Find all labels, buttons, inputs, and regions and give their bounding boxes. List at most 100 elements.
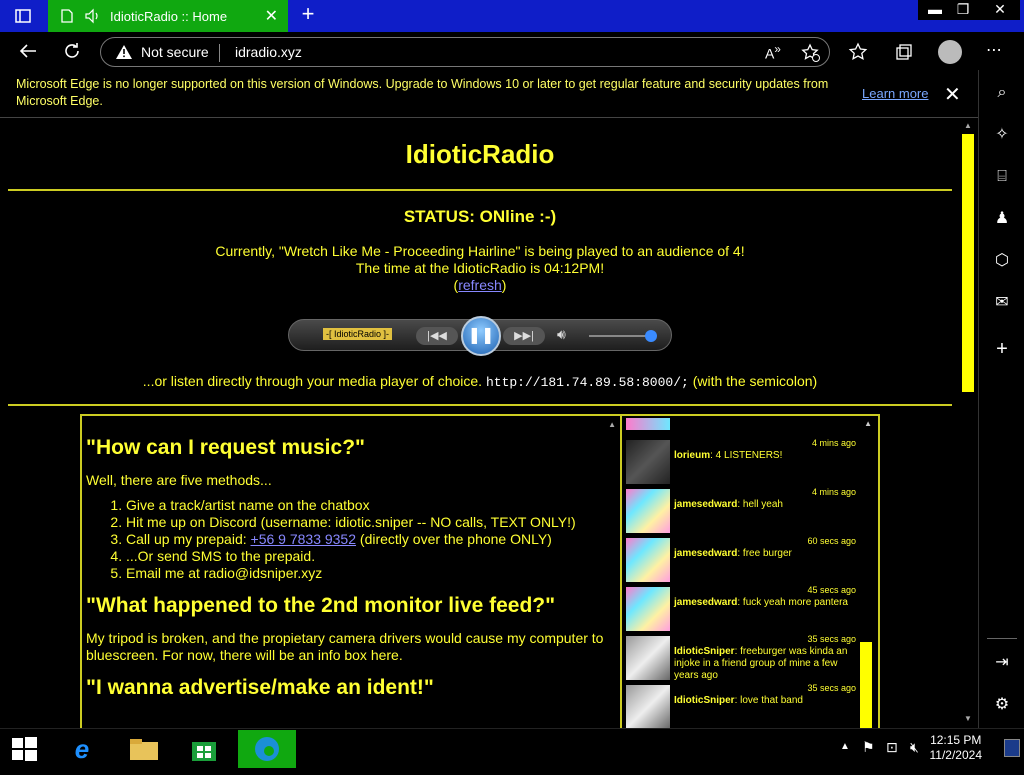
games-icon[interactable]: ♟ (991, 208, 1013, 230)
list-item: ...Or send SMS to the prepaid. (126, 548, 606, 565)
message-text: lorieum: 4 LISTENERS! (674, 450, 858, 462)
avatar (626, 440, 670, 484)
refresh-link[interactable]: refresh (458, 277, 502, 293)
stream-url[interactable]: http://181.74.89.58:8000/; (486, 375, 689, 390)
copilot-icon[interactable]: ✧ (991, 124, 1013, 146)
address-separator (219, 44, 220, 62)
list-item: Call up my prepaid: +56 9 7833 9352 (dir… (126, 531, 606, 548)
hide-sidebar-icon[interactable]: ⇥ (991, 652, 1013, 674)
avatar (626, 418, 670, 430)
faq-question-2: "What happened to the 2nd monitor live f… (86, 594, 556, 617)
chat-message: 4 mins ago jamesedward: hell yeah (624, 487, 860, 537)
message-text: jamesedward: fuck yeah more pantera (674, 597, 858, 609)
close-window-button[interactable]: ✕ (980, 0, 1020, 20)
search-icon[interactable]: ⌕ (991, 82, 1013, 104)
warning-icon[interactable] (115, 44, 133, 60)
notice-message: Microsoft Edge is no longer supported on… (16, 77, 829, 108)
volume-muted-icon[interactable]: 🔇︎ (910, 739, 919, 756)
message-time: 60 secs ago (807, 536, 856, 546)
faq-scroll-up-icon[interactable]: ▲ (608, 420, 616, 429)
message-body: : 4 LISTENERS! (710, 450, 783, 461)
message-time: 4 mins ago (811, 438, 856, 448)
tab-actions-icon (15, 9, 31, 23)
show-hidden-icons-icon[interactable]: ▲ (840, 741, 850, 752)
file-explorer-icon[interactable] (120, 732, 168, 766)
favorite-icon[interactable] (848, 42, 868, 62)
read-aloud-icon[interactable]: A» (765, 43, 781, 62)
collections-icon[interactable] (894, 42, 914, 62)
site-title: IdioticRadio (405, 139, 555, 169)
speaker-icon[interactable] (84, 8, 102, 24)
new-tab-button[interactable]: + (296, 3, 320, 27)
start-button[interactable] (0, 732, 48, 766)
notice-close-icon[interactable]: ✕ (944, 82, 961, 107)
direct-suffix: (with the semicolon) (692, 373, 818, 389)
office-icon[interactable]: ⬡ (991, 250, 1013, 272)
direct-text: ...or listen directly through your media… (142, 373, 483, 389)
store-icon[interactable] (180, 732, 228, 766)
taskbar-clock[interactable]: 12:15 PM 11/2/2024 (930, 733, 983, 763)
message-time: 35 secs ago (807, 683, 856, 693)
add-favorite-icon[interactable] (801, 43, 821, 63)
station-time-line: The time at the IdioticRadio is 04:12PM! (355, 260, 605, 276)
tab-close-icon[interactable]: ✕ (265, 6, 278, 26)
next-button[interactable]: ▶▶| (503, 327, 545, 345)
tab-title: IdioticRadio :: Home (110, 9, 228, 24)
volume-icon[interactable]: 🔊︎ (557, 326, 566, 343)
message-text: IdioticSniper: love that band (674, 695, 854, 707)
divider-middle (8, 404, 952, 406)
volume-slider-knob[interactable] (645, 330, 657, 342)
refresh-icon[interactable] (62, 41, 82, 61)
direct-listen-text: ...or listen directly through your media… (0, 373, 960, 390)
avatar (626, 489, 670, 533)
edge-icon (255, 737, 279, 761)
chat-scroll-up-icon[interactable]: ▲ (864, 419, 872, 428)
add-sidebar-item-icon[interactable]: + (991, 338, 1013, 360)
security-label[interactable]: Not secure (141, 44, 209, 60)
network-icon[interactable]: ⊡ (886, 739, 898, 756)
settings-icon[interactable]: ⚙ (991, 694, 1013, 716)
outlook-icon[interactable]: ✉ (991, 292, 1013, 314)
page-scroll-down-icon[interactable]: ▼ (964, 714, 972, 723)
chat-message: 35 secs ago IdioticSniper: freeburger wa… (624, 634, 860, 688)
edge-taskbar-button[interactable] (238, 730, 296, 768)
chat-scrollbar-thumb[interactable] (860, 642, 872, 728)
faq-intro: Well, there are five methods... (86, 472, 272, 488)
tab-actions-button[interactable] (10, 6, 36, 26)
profile-avatar[interactable] (938, 40, 962, 64)
now-playing-line: Currently, "Wretch Like Me - Proceeding … (215, 243, 745, 259)
phone-link[interactable]: +56 9 7833 9352 (251, 531, 357, 547)
clock-date: 11/2/2024 (929, 748, 983, 762)
learn-more-link[interactable]: Learn more (862, 86, 928, 101)
chat-message: 4 mins ago lorieum: 4 LISTENERS! (624, 438, 860, 488)
status-text: STATUS: ONline :-) (403, 207, 557, 226)
refresh-line: (refresh) (0, 277, 960, 294)
internet-explorer-icon[interactable]: e (58, 732, 106, 766)
message-user: jamesedward (674, 597, 738, 608)
page-scroll-up-icon[interactable]: ▲ (964, 121, 972, 130)
previous-button[interactable]: |◀◀ (416, 327, 458, 345)
tab-idioticradio[interactable]: IdioticRadio :: Home ✕ (48, 0, 288, 32)
chatbox: ▲ 4 mins ago lorieum: 4 LISTENERS! 4 min… (620, 414, 880, 728)
avatar (626, 636, 670, 680)
request-methods-list: Give a track/artist name on the chatbox … (126, 497, 606, 582)
restore-button[interactable]: ❐ (946, 0, 980, 20)
address-bar[interactable]: Not secure idradio.xyz A» (100, 37, 830, 67)
pause-button[interactable]: ❚❚ (461, 316, 501, 356)
call-text: Call up my prepaid: (126, 531, 247, 547)
message-user: lorieum (674, 450, 711, 461)
chat-message: 35 secs ago IdioticSniper: love that ban… (624, 683, 860, 728)
message-user: jamesedward (674, 499, 738, 510)
back-icon[interactable] (18, 42, 38, 60)
url-text[interactable]: idradio.xyz (235, 44, 302, 60)
flag-icon[interactable]: ⚑ (862, 739, 875, 756)
notifications-icon[interactable] (1004, 739, 1020, 757)
clock-time: 12:15 PM (930, 733, 982, 747)
unsupported-notice-bar: Microsoft Edge is no longer supported on… (0, 70, 978, 118)
tools-icon[interactable]: ⌸ (991, 166, 1013, 188)
page-scrollbar-thumb[interactable] (962, 134, 974, 392)
more-icon[interactable]: ⋯ (986, 40, 1002, 60)
message-time: 45 secs ago (807, 585, 856, 595)
message-body: : free burger (737, 548, 792, 559)
message-body: : fuck yeah more pantera (737, 597, 848, 608)
